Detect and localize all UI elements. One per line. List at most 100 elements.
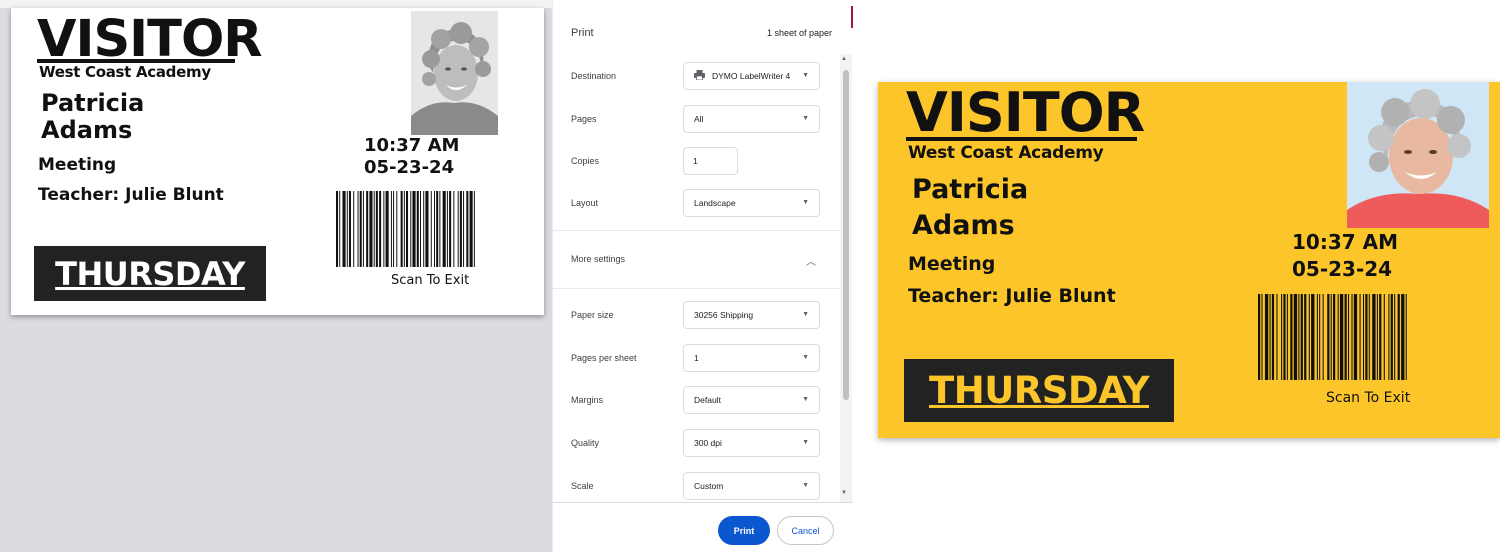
barcode-bar — [1344, 294, 1347, 380]
badge-first-name: Patricia — [912, 174, 1029, 205]
chevron-down-icon: ▼ — [802, 482, 809, 489]
footer-divider — [553, 502, 853, 503]
barcode-bar — [357, 191, 359, 267]
barcode-bar — [375, 191, 378, 267]
barcode-bar — [348, 191, 351, 267]
badge-day-box: THURSDAY — [34, 246, 266, 301]
barcode-bar — [1290, 294, 1293, 380]
exit-barcode — [1258, 294, 1407, 380]
badge-date: 05-23-24 — [1292, 257, 1393, 281]
destination-select[interactable]: DYMO LabelWriter 4 ▼ — [683, 62, 820, 90]
barcode-bar — [336, 191, 339, 267]
barcode-bar — [423, 191, 425, 267]
barcode-bar — [466, 191, 469, 267]
margins-value: Default — [694, 395, 721, 405]
pages-label: Pages — [571, 114, 597, 124]
badge-date: 05-23-24 — [364, 157, 455, 178]
barcode-bar — [416, 191, 419, 267]
barcode-bar — [353, 191, 355, 267]
paper-size-label: Paper size — [571, 310, 614, 320]
pages-per-sheet-select[interactable]: 1 ▼ — [683, 344, 820, 372]
barcode-bar — [1322, 294, 1324, 380]
barcode-bar — [1330, 294, 1332, 380]
barcode-bar — [1401, 294, 1405, 380]
scroll-up-icon[interactable]: ▲ — [841, 56, 847, 62]
chevron-down-icon: ▼ — [802, 354, 809, 361]
paper-size-select[interactable]: 30256 Shipping ▼ — [683, 301, 820, 329]
settings-divider — [553, 288, 841, 289]
barcode-bar — [1269, 294, 1271, 380]
pages-select[interactable]: All ▼ — [683, 105, 820, 133]
settings-divider — [553, 230, 841, 231]
print-settings-panel: Print 1 sheet of paper Destination DYMO … — [552, 0, 853, 552]
scale-select[interactable]: Custom ▼ — [683, 472, 820, 500]
pages-per-sheet-value: 1 — [694, 353, 699, 363]
barcode-bar — [1327, 294, 1330, 380]
barcode-bar — [1319, 294, 1321, 380]
badge-academy: West Coast Academy — [908, 143, 1104, 163]
barcode-bar — [346, 191, 348, 267]
barcode-bar — [400, 191, 403, 267]
margins-select[interactable]: Default ▼ — [683, 386, 820, 414]
barcode-bar — [385, 191, 389, 267]
printer-icon — [694, 70, 706, 82]
chevron-down-icon: ▼ — [802, 72, 809, 79]
print-preview-area: VISITOR West Coast Academy Patricia Adam… — [0, 0, 552, 552]
layout-value: Landscape — [694, 198, 736, 208]
barcode-bar — [459, 191, 462, 267]
barcode-bar — [439, 191, 441, 267]
destination-label: Destination — [571, 71, 617, 81]
barcode-bar — [1390, 294, 1393, 380]
barcode-bar — [1363, 294, 1365, 380]
layout-label: Layout — [571, 198, 599, 208]
scroll-down-icon[interactable]: ▼ — [841, 490, 847, 496]
barcode-bar — [469, 191, 473, 267]
barcode-bar — [1293, 294, 1298, 380]
barcode-bar — [1276, 294, 1278, 380]
pages-per-sheet-label: Pages per sheet — [571, 353, 637, 363]
quality-value: 300 dpi — [694, 438, 722, 448]
barcode-bar — [457, 191, 459, 267]
barcode-bar — [1300, 294, 1303, 380]
barcode-bar — [1337, 294, 1339, 380]
print-button[interactable]: Print — [718, 516, 770, 545]
cancel-button[interactable]: Cancel — [777, 516, 834, 545]
barcode-bar — [339, 191, 341, 267]
chevron-up-icon[interactable]: ︿ — [806, 253, 816, 268]
barcode-bar — [1379, 294, 1382, 380]
barcode-bar — [393, 191, 395, 267]
pages-value: All — [694, 114, 704, 124]
copies-input[interactable]: 1 — [683, 147, 738, 175]
barcode-bar — [1372, 294, 1376, 380]
layout-select[interactable]: Landscape ▼ — [683, 189, 820, 217]
barcode-bar — [1333, 294, 1336, 380]
barcode-bar — [1388, 294, 1390, 380]
chevron-down-icon: ▼ — [802, 396, 809, 403]
badge-scan-text: Scan To Exit — [391, 273, 470, 288]
scrollbar-thumb[interactable] — [843, 70, 849, 400]
copies-label: Copies — [571, 156, 600, 166]
quality-select[interactable]: 300 dpi ▼ — [683, 429, 820, 457]
barcode-bar — [410, 191, 412, 267]
destination-value: DYMO LabelWriter 4 — [712, 71, 791, 81]
preview-top-strip — [0, 0, 552, 8]
barcode-bar — [1286, 294, 1288, 380]
barcode-bar — [1359, 294, 1361, 380]
barcode-bar — [373, 191, 375, 267]
badge-title-underline — [906, 137, 1137, 141]
barcode-bar — [1376, 294, 1378, 380]
barcode-bar — [1365, 294, 1368, 380]
barcode-bar — [379, 191, 382, 267]
barcode-bar — [446, 191, 448, 267]
barcode-bar — [1283, 294, 1286, 380]
barcode-bar — [1298, 294, 1300, 380]
barcode-bar — [1368, 294, 1370, 380]
barcode-bar — [1271, 294, 1275, 380]
barcode-bar — [473, 191, 475, 267]
visitor-photo-illustration — [411, 11, 498, 135]
badge-visitor-title: VISITOR — [37, 10, 263, 69]
barcode-bar — [412, 191, 416, 267]
print-dialog-title: Print — [571, 27, 594, 39]
more-settings-toggle[interactable]: More settings — [571, 254, 625, 264]
barcode-bar — [366, 191, 369, 267]
